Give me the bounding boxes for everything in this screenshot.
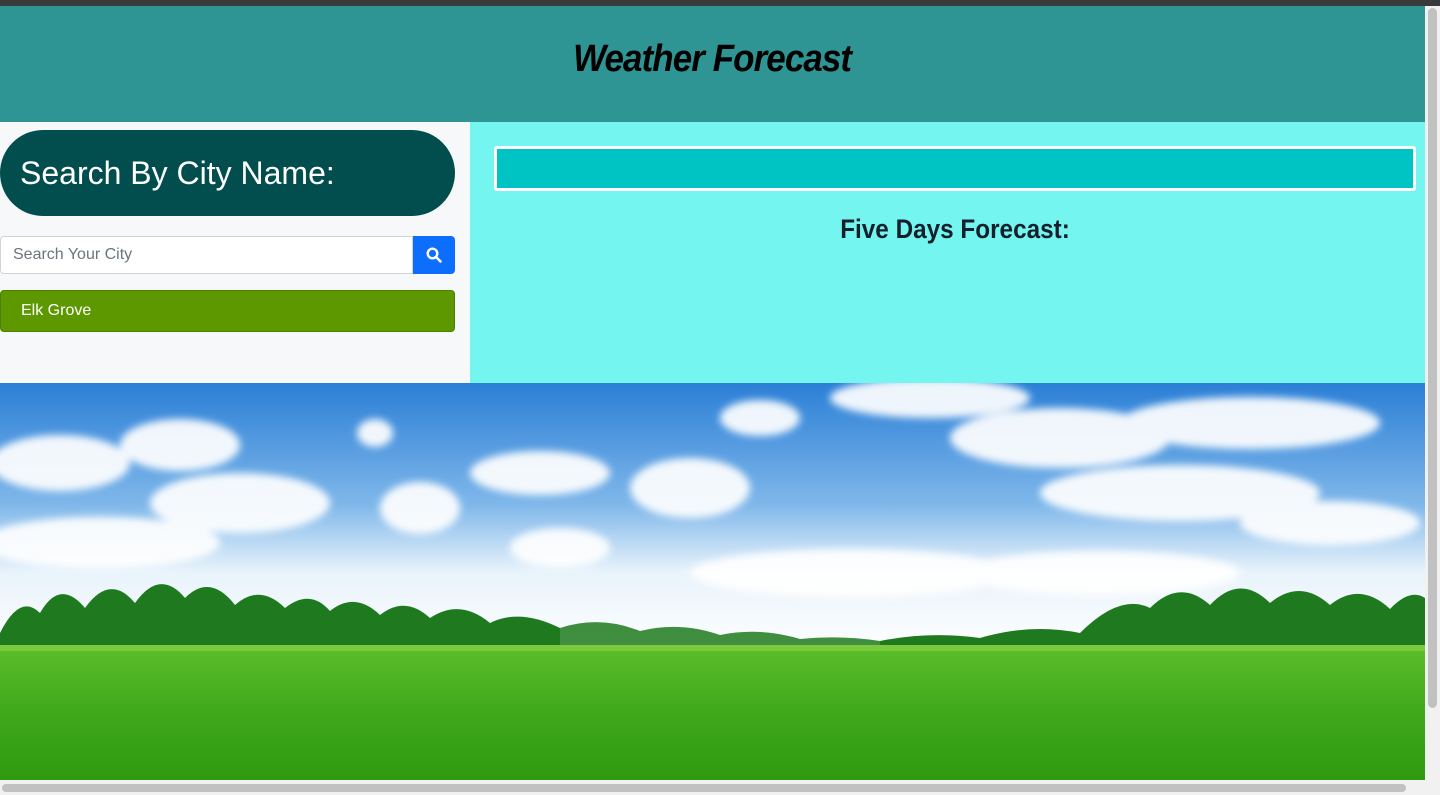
search-heading-pill: Search By City Name: <box>0 130 455 216</box>
search-heading: Search By City Name: <box>20 154 335 191</box>
horizontal-scrollbar-thumb[interactable] <box>2 784 1406 792</box>
horizontal-scrollbar[interactable] <box>0 780 1440 795</box>
forecast-panel: Five Days Forecast: <box>470 122 1425 383</box>
five-day-forecast-title: Five Days Forecast: <box>840 214 1070 244</box>
search-button[interactable] <box>413 236 455 274</box>
city-search-input[interactable] <box>0 236 413 274</box>
page-title: Weather Forecast <box>573 38 852 80</box>
page-header: Weather Forecast <box>0 6 1425 122</box>
history-city-button[interactable]: Elk Grove <box>0 290 455 332</box>
search-bar <box>0 236 455 274</box>
search-sidebar: Search By City Name: Elk Grove <box>0 122 470 383</box>
vertical-scrollbar-thumb[interactable] <box>1428 8 1437 708</box>
landscape-background-image <box>0 383 1425 780</box>
sky-meadow-picture <box>0 383 1425 780</box>
vertical-scrollbar[interactable] <box>1425 6 1440 780</box>
current-weather-card <box>494 146 1416 191</box>
search-icon <box>426 247 442 263</box>
